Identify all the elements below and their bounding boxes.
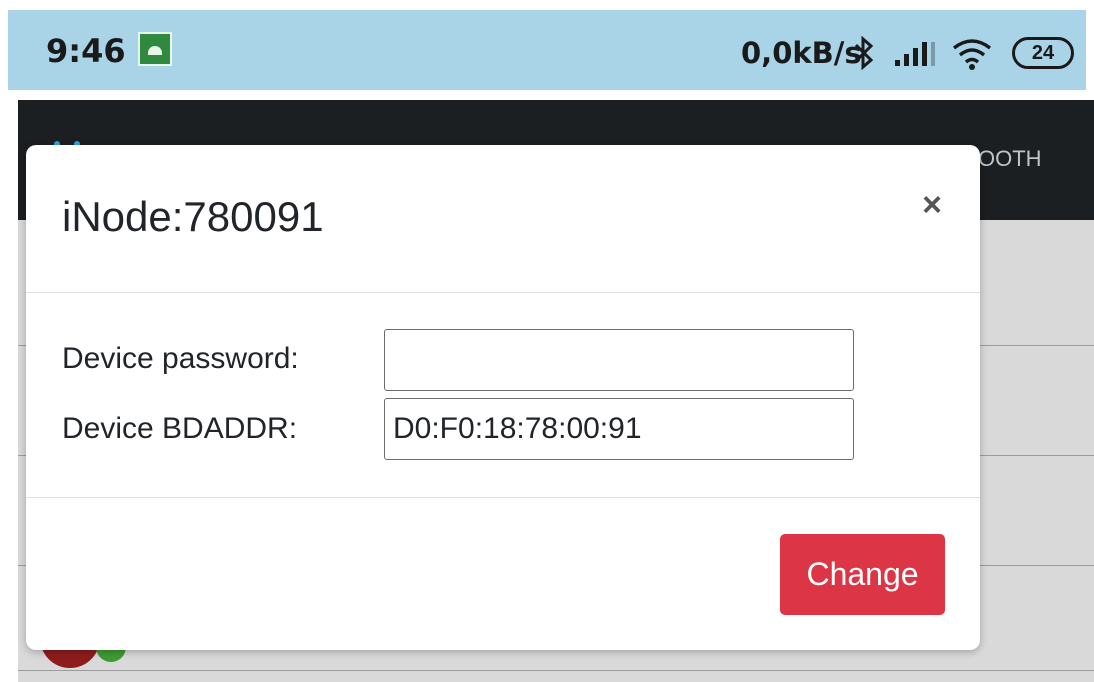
device-settings-modal: iNode:780091 × Device password: Device B… <box>26 145 980 650</box>
modal-header-divider <box>26 292 980 293</box>
toolbar-menu-item[interactable]: OOTH <box>978 146 1042 172</box>
status-bar: 9:46 0,0kB/s 24 <box>8 10 1086 90</box>
bdaddr-input[interactable] <box>384 398 854 460</box>
list-divider <box>18 670 1094 671</box>
password-label: Device password: <box>62 342 299 375</box>
modal-footer-divider <box>26 497 980 498</box>
bluetooth-icon <box>854 36 874 70</box>
signal-icon <box>895 42 935 66</box>
menu-icon[interactable] <box>54 134 94 147</box>
password-input[interactable] <box>384 329 854 391</box>
wifi-icon <box>952 39 992 70</box>
network-speed: 0,0kB/s <box>741 36 862 70</box>
modal-title: iNode:780091 <box>62 193 324 240</box>
android-icon <box>138 32 172 66</box>
battery-indicator: 24 <box>1012 37 1074 69</box>
status-time: 9:46 <box>46 32 126 70</box>
bdaddr-label: Device BDADDR: <box>62 412 298 445</box>
change-button[interactable]: Change <box>780 534 945 615</box>
close-icon[interactable]: × <box>914 187 950 223</box>
